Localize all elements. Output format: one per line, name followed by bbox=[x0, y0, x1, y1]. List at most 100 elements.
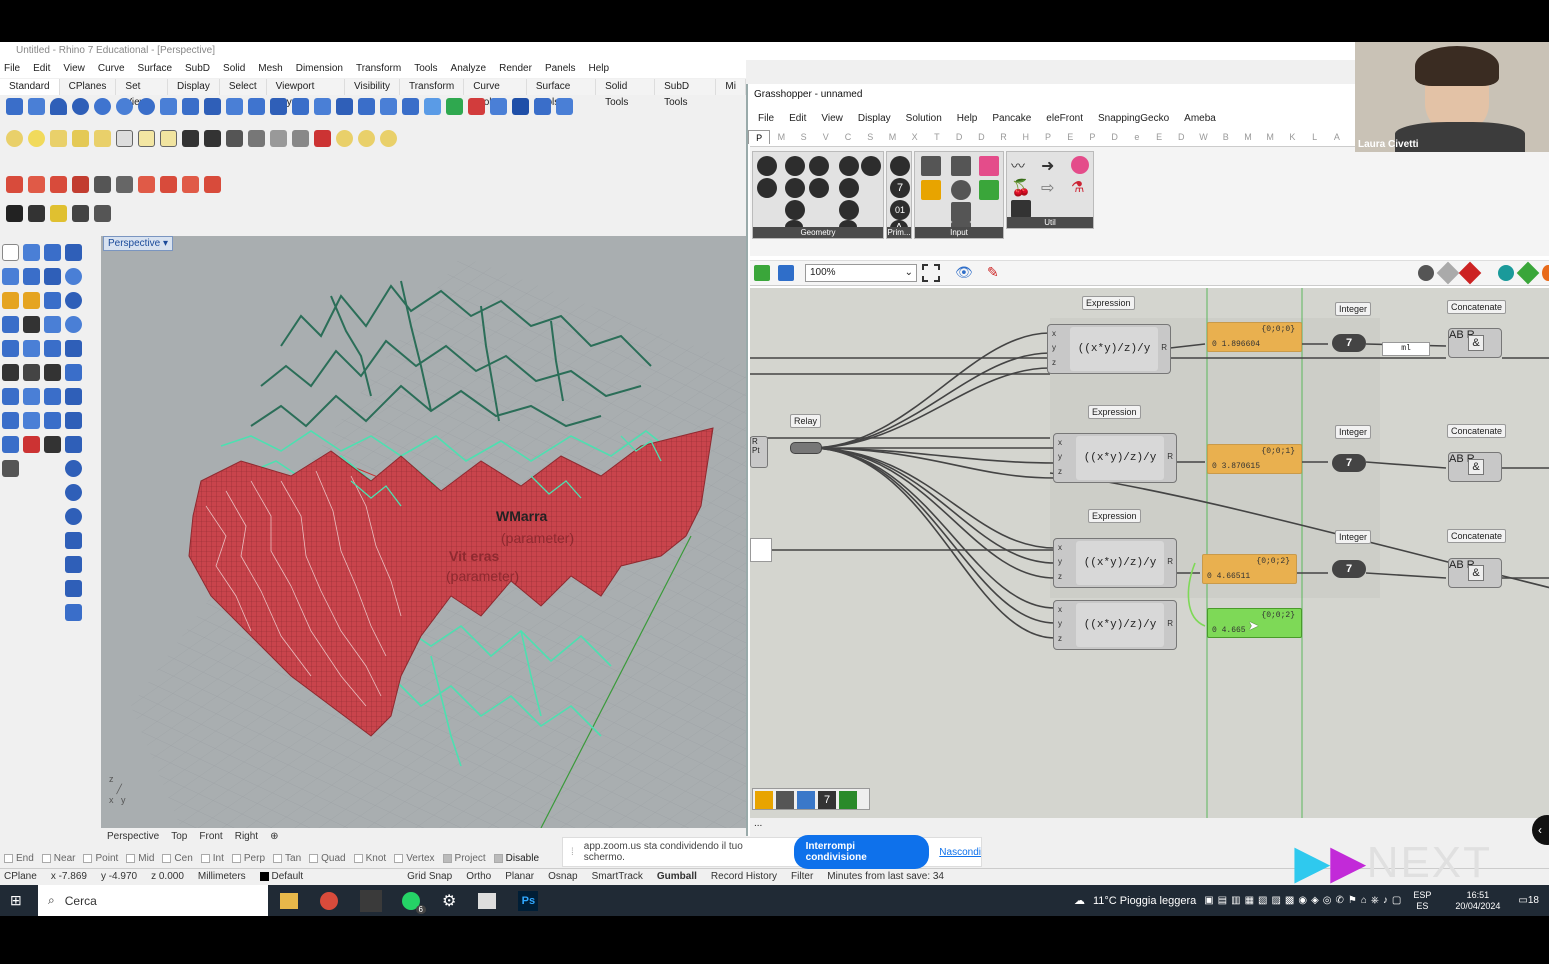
extrude-curve-icon[interactable] bbox=[44, 292, 61, 309]
checkbox[interactable] bbox=[493, 853, 503, 863]
checkbox[interactable] bbox=[4, 853, 13, 863]
expression-component-1[interactable]: x y z ((x*y)/z)/y R bbox=[1047, 324, 1171, 374]
bump-icon[interactable] bbox=[72, 176, 89, 193]
linear-light-icon[interactable] bbox=[94, 130, 111, 147]
param-stub[interactable]: R Pt bbox=[750, 436, 768, 468]
gh-menu-view[interactable]: View bbox=[821, 108, 843, 130]
gh-tab-e3[interactable]: E bbox=[1148, 130, 1170, 144]
pin-y[interactable]: y bbox=[1058, 452, 1062, 461]
gh-menu-elefront[interactable]: eleFront bbox=[1046, 108, 1083, 130]
directional-light-icon[interactable] bbox=[72, 130, 89, 147]
plane-param-icon[interactable] bbox=[839, 178, 859, 198]
mesh-icon[interactable] bbox=[380, 98, 397, 115]
tab-subd-tools[interactable]: SubD Tools bbox=[655, 79, 717, 108]
osnap-project[interactable]: Project bbox=[442, 853, 486, 864]
material-icon[interactable] bbox=[6, 176, 23, 193]
pin-x[interactable]: x bbox=[1058, 543, 1062, 552]
new-file-icon[interactable] bbox=[6, 98, 23, 115]
pin-r[interactable]: R bbox=[1167, 452, 1173, 461]
osnap-knot[interactable]: Knot bbox=[353, 853, 386, 864]
osnap-int[interactable]: Int bbox=[200, 853, 224, 864]
stop-share-button[interactable]: Interrompi condivisione bbox=[793, 835, 930, 869]
split-icon[interactable] bbox=[358, 98, 375, 115]
gh-menu-snappinggecko[interactable]: SnappingGecko bbox=[1098, 108, 1169, 130]
ribbon-panel-title-primitive[interactable]: Prim... bbox=[887, 227, 911, 238]
gradient-icon[interactable] bbox=[979, 156, 999, 176]
gh-menu-edit[interactable]: Edit bbox=[789, 108, 806, 130]
revolve-icon[interactable] bbox=[160, 98, 177, 115]
sphere-icon[interactable] bbox=[72, 98, 89, 115]
expression-component-3[interactable]: x y z ((x*y)/z)/y R bbox=[1053, 538, 1177, 588]
boolean-split-icon[interactable] bbox=[65, 580, 82, 597]
show-icon[interactable] bbox=[248, 130, 265, 147]
arrow-outline-icon[interactable]: ⇨ bbox=[1041, 178, 1061, 198]
windows-start-icon[interactable]: ⊞ bbox=[10, 893, 24, 907]
save-file-icon[interactable] bbox=[778, 265, 794, 281]
tab-curve-tools[interactable]: Curve Tools bbox=[464, 79, 527, 108]
rhino-menu-dimension[interactable]: Dimension bbox=[296, 60, 343, 78]
tab-display[interactable]: Display bbox=[168, 79, 220, 95]
tab-more[interactable]: Mi bbox=[716, 79, 746, 95]
tray-icons[interactable]: ▣▤▥▦▧▨▩◉◈◎✆⚑⌂⎈♪▢ bbox=[1204, 895, 1405, 906]
gh-tab-k[interactable]: K bbox=[1281, 130, 1303, 144]
tab-select[interactable]: Select bbox=[220, 79, 267, 95]
osnap-disable[interactable]: Disable bbox=[493, 853, 539, 864]
gh-tab-a[interactable]: A bbox=[1326, 130, 1348, 144]
concatenate-component-1[interactable]: AB & R bbox=[1448, 328, 1502, 358]
osnap-near[interactable]: Near bbox=[41, 853, 75, 864]
mesh-param-icon[interactable] bbox=[785, 178, 805, 198]
rhino-menu-view[interactable]: View bbox=[63, 60, 85, 78]
scale-icon[interactable] bbox=[44, 388, 61, 405]
boolean-icon[interactable] bbox=[336, 98, 353, 115]
polyline-icon[interactable] bbox=[23, 268, 40, 285]
solid-disc-icon[interactable] bbox=[65, 508, 82, 525]
box-param-icon[interactable] bbox=[839, 156, 859, 176]
rhino-menu-edit[interactable]: Edit bbox=[33, 60, 50, 78]
delete-icon[interactable] bbox=[314, 130, 331, 147]
gh-menu-solution[interactable]: Solution bbox=[906, 108, 942, 130]
pin-b[interactable]: B bbox=[1456, 453, 1463, 465]
rhino-menu-panels[interactable]: Panels bbox=[545, 60, 576, 78]
vp-tab-front[interactable]: Front bbox=[199, 828, 222, 846]
solid-ellipsoid-icon[interactable] bbox=[65, 316, 82, 333]
pin-r[interactable]: R bbox=[1167, 619, 1173, 628]
gh-tab-pancake[interactable]: P bbox=[1037, 130, 1059, 144]
relay-node[interactable] bbox=[790, 442, 822, 454]
gh-canvas[interactable]: R Pt Relay Expression x y z ((x*y)/z)/y R… bbox=[750, 288, 1549, 818]
arc-icon[interactable] bbox=[44, 316, 61, 333]
pin-z[interactable]: z bbox=[1052, 358, 1056, 367]
layers-icon[interactable] bbox=[446, 98, 463, 115]
flask-icon[interactable]: ⚗ bbox=[1071, 178, 1089, 196]
photoshop-icon[interactable]: Ps bbox=[518, 890, 539, 911]
osnap-vertex[interactable]: Vertex bbox=[394, 853, 435, 864]
vp-tab-top[interactable]: Top bbox=[171, 828, 187, 846]
grid-icon[interactable] bbox=[402, 98, 419, 115]
rhino-menu-transform[interactable]: Transform bbox=[356, 60, 401, 78]
output-panel-2[interactable]: {0;0;1} 0 3.870615 bbox=[1207, 444, 1302, 474]
gh-menu-ameba[interactable]: Ameba bbox=[1184, 108, 1216, 130]
gh-tab-maths[interactable]: M bbox=[770, 130, 792, 144]
group-icon[interactable] bbox=[270, 130, 287, 147]
tab-viewport-layout[interactable]: Viewport Layout bbox=[267, 79, 346, 108]
solid-torus-icon[interactable] bbox=[65, 484, 82, 501]
gh-tab-surface[interactable]: S bbox=[859, 130, 881, 144]
palette-icon[interactable] bbox=[979, 180, 999, 200]
text-icon[interactable] bbox=[160, 130, 177, 147]
preview-eye-icon[interactable]: 👁 bbox=[955, 264, 975, 282]
explode-icon[interactable] bbox=[23, 364, 40, 381]
toggle-icon[interactable] bbox=[951, 180, 971, 200]
text-panel-ml[interactable]: ml bbox=[1382, 342, 1430, 356]
checkbox[interactable] bbox=[442, 853, 452, 863]
osnap-quad[interactable]: Quad bbox=[309, 853, 346, 864]
status-planar[interactable]: Planar bbox=[505, 869, 534, 884]
pin-y[interactable]: y bbox=[1052, 343, 1056, 352]
concatenate-component-3[interactable]: AB & R bbox=[1448, 558, 1502, 588]
cylinder-icon[interactable] bbox=[65, 268, 82, 285]
pin-x[interactable]: x bbox=[1052, 329, 1056, 338]
solid-edit-icon[interactable] bbox=[65, 604, 82, 621]
output-panel-1[interactable]: {0;0;0} 0 1.896604 bbox=[1207, 322, 1302, 352]
integer-param-1[interactable]: 7 bbox=[1332, 334, 1366, 352]
knob-icon[interactable] bbox=[951, 202, 971, 222]
status-smarttrack[interactable]: SmartTrack bbox=[592, 869, 643, 884]
whatsapp-icon[interactable]: 6 bbox=[402, 891, 426, 914]
